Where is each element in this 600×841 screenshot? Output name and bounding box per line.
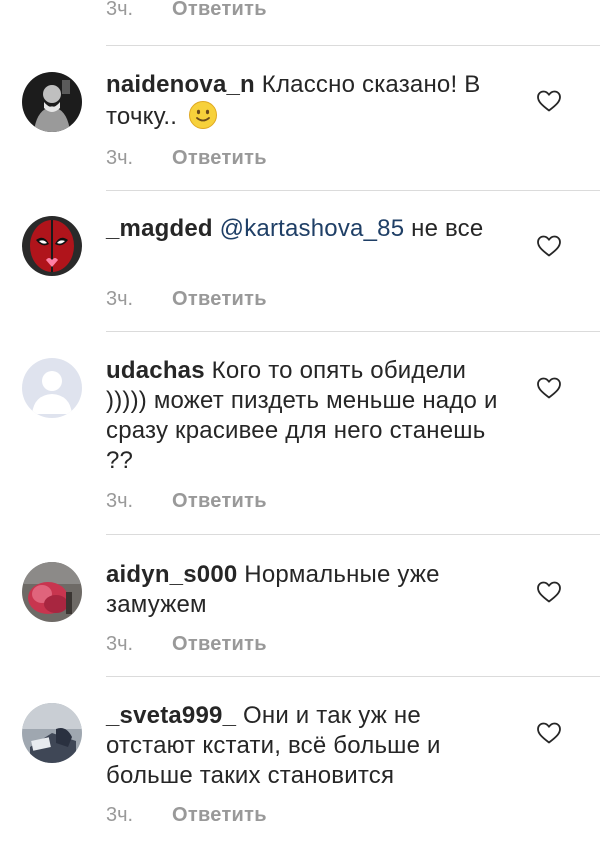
comment-time: 3ч.	[106, 0, 134, 20]
heart-icon[interactable]	[536, 580, 562, 604]
reply-button[interactable]: Ответить	[172, 0, 267, 21]
comment-username[interactable]: udachas	[106, 357, 205, 384]
comment-text: _magded @kartashova_85 не все	[106, 214, 506, 244]
comment-meta: 3ч. Ответить	[106, 285, 267, 313]
comment-username[interactable]: _magded	[106, 215, 213, 242]
reply-button[interactable]: Ответить	[172, 288, 267, 311]
comment-meta: 3ч. Ответить	[106, 144, 267, 172]
comment-username[interactable]: _sveta999_	[106, 702, 236, 729]
comment-text: udachas Кого то опять обидели ))))) може…	[106, 356, 506, 476]
avatar[interactable]	[22, 216, 82, 276]
divider	[106, 676, 600, 677]
comment-meta: 3ч. Ответить	[106, 801, 267, 829]
comment-time: 3ч.	[106, 287, 134, 310]
comment-time: 3ч.	[106, 803, 134, 826]
reply-button[interactable]: Ответить	[172, 804, 267, 827]
heart-icon[interactable]	[536, 721, 562, 745]
comment-username[interactable]: aidyn_s000	[106, 561, 237, 588]
comment-text: aidyn_s000 Нормальные уже замужем	[106, 560, 506, 620]
comment-meta: 3ч. Ответить	[106, 487, 267, 515]
comment-time: 3ч.	[106, 146, 134, 169]
comment-username[interactable]: naidenova_n	[106, 71, 255, 98]
heart-icon[interactable]	[536, 376, 562, 400]
comment-meta: 3ч. Ответить	[106, 630, 267, 658]
comment-body: не все	[411, 215, 484, 242]
avatar[interactable]	[22, 358, 82, 418]
previous-comment-meta: 3ч. Ответить	[106, 0, 267, 24]
avatar[interactable]	[22, 72, 82, 132]
reply-button[interactable]: Ответить	[172, 633, 267, 656]
comment-text: naidenova_n Классно сказано! В точку..	[106, 70, 506, 132]
avatar[interactable]	[22, 703, 82, 763]
comment-text: _sveta999_ Они и так уж не отстают кстат…	[106, 701, 506, 791]
reply-button[interactable]: Ответить	[172, 147, 267, 170]
divider	[106, 331, 600, 332]
reply-button[interactable]: Ответить	[172, 490, 267, 513]
comment-time: 3ч.	[106, 632, 134, 655]
avatar[interactable]	[22, 562, 82, 622]
divider	[106, 190, 600, 191]
comment-time: 3ч.	[106, 489, 134, 512]
divider	[106, 534, 600, 535]
heart-icon[interactable]	[536, 89, 562, 113]
slightly-smiling-face-icon	[189, 101, 218, 129]
divider	[106, 45, 600, 46]
mention-link[interactable]: @kartashova_85	[220, 215, 405, 242]
heart-icon[interactable]	[536, 234, 562, 258]
